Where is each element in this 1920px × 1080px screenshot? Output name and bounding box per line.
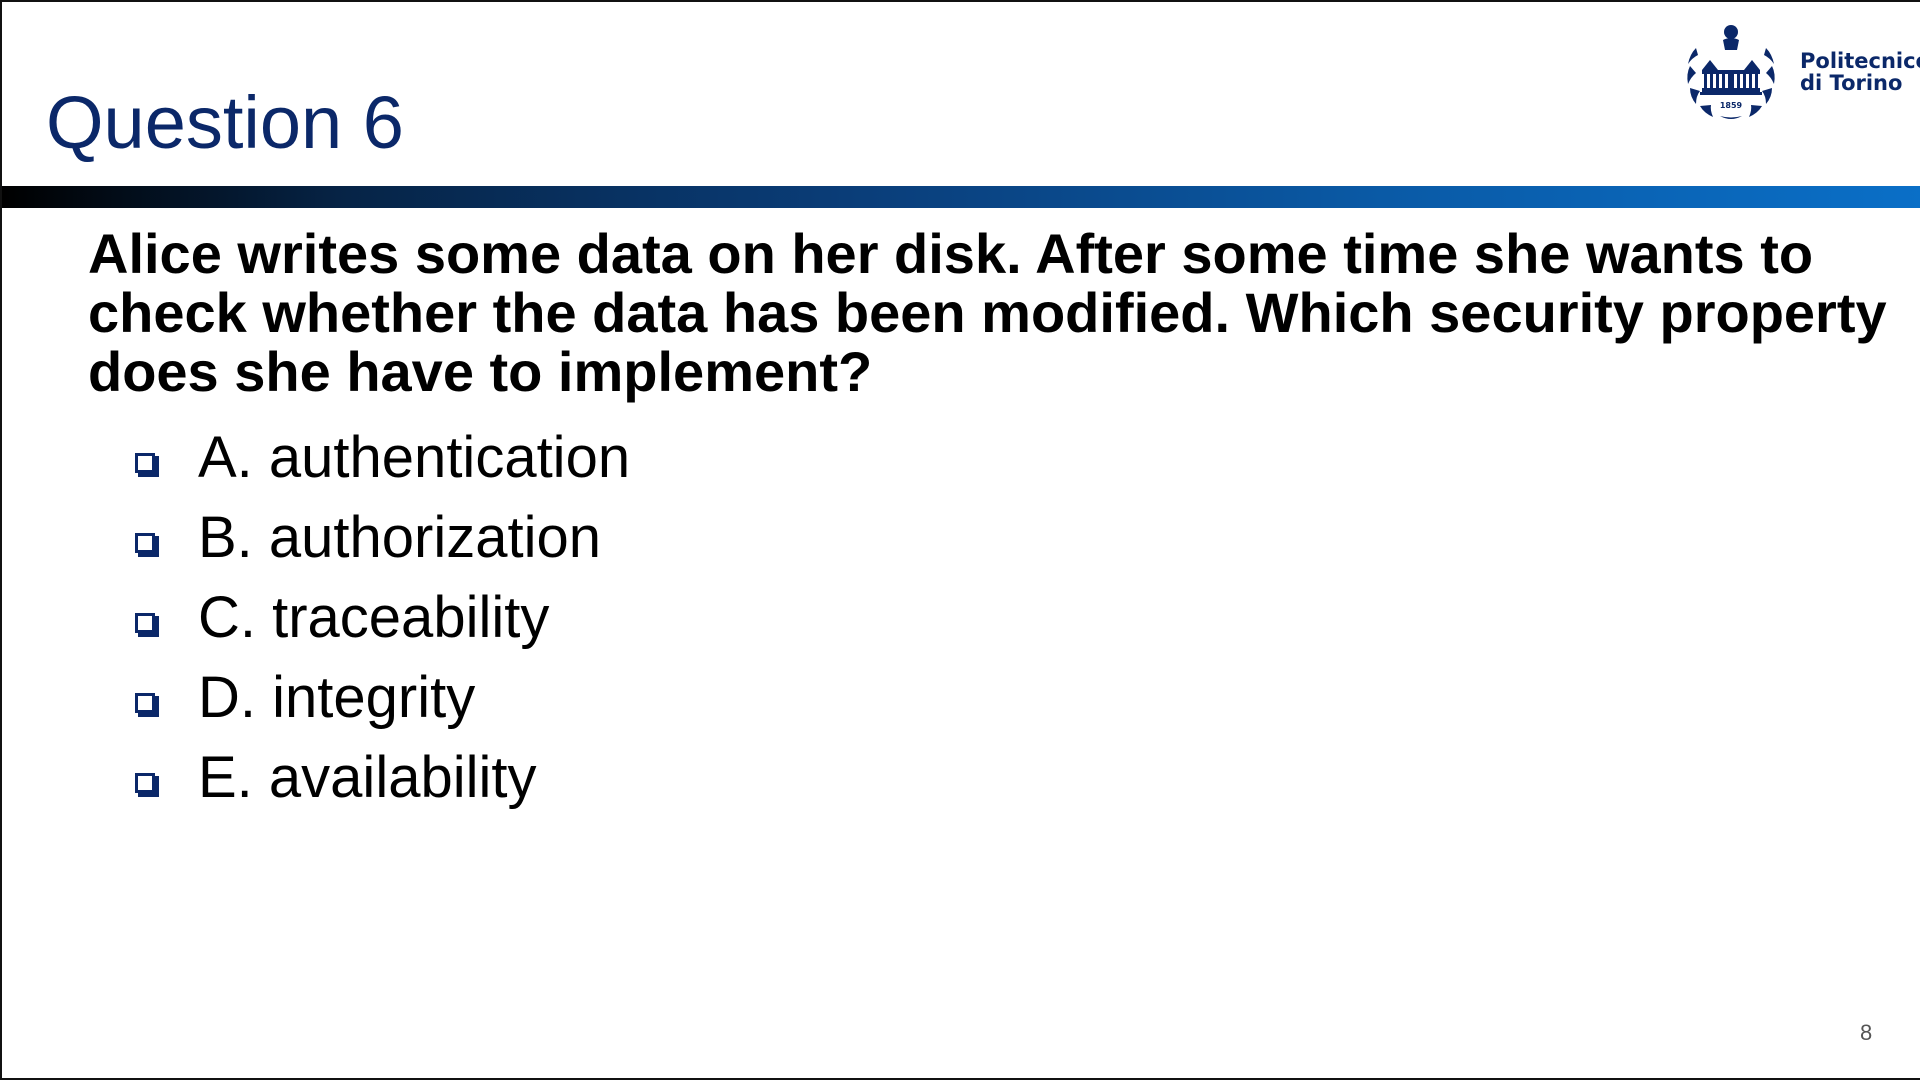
- slide: Question 6 1859 Politecnico di Torino Al…: [0, 0, 1920, 1080]
- slide-title: Question 6: [46, 81, 404, 164]
- option-label: C. traceability: [198, 585, 550, 650]
- page-number: 8: [1860, 1020, 1873, 1045]
- option-a[interactable]: A. authentication: [132, 418, 630, 498]
- option-b[interactable]: B. authorization: [132, 498, 630, 578]
- header-accent-bar: [2, 186, 1920, 208]
- checkbox-icon[interactable]: [132, 591, 162, 645]
- question-text: Alice writes some data on her disk. Afte…: [88, 222, 1887, 403]
- option-label: E. availability: [198, 745, 537, 810]
- logo-wordmark: Politecnico di Torino: [1800, 50, 1920, 94]
- checkbox-icon[interactable]: [132, 431, 162, 485]
- option-e[interactable]: E. availability: [132, 738, 630, 818]
- answer-options: A. authentication B. authorization C. tr…: [132, 418, 630, 818]
- seal-year: 1859: [1720, 101, 1743, 110]
- option-label: D. integrity: [198, 665, 476, 730]
- logo-line-2: di Torino: [1800, 71, 1903, 95]
- option-label: B. authorization: [198, 505, 602, 570]
- checkbox-icon[interactable]: [132, 511, 162, 565]
- university-logo: 1859 Politecnico di Torino: [1676, 18, 1920, 128]
- option-label: A. authentication: [198, 425, 631, 490]
- option-c[interactable]: C. traceability: [132, 578, 630, 658]
- logo-line-1: Politecnico: [1800, 49, 1920, 73]
- checkbox-icon[interactable]: [132, 751, 162, 805]
- checkbox-icon[interactable]: [132, 671, 162, 725]
- option-d[interactable]: D. integrity: [132, 658, 630, 738]
- politecnico-seal-icon: 1859: [1687, 25, 1775, 119]
